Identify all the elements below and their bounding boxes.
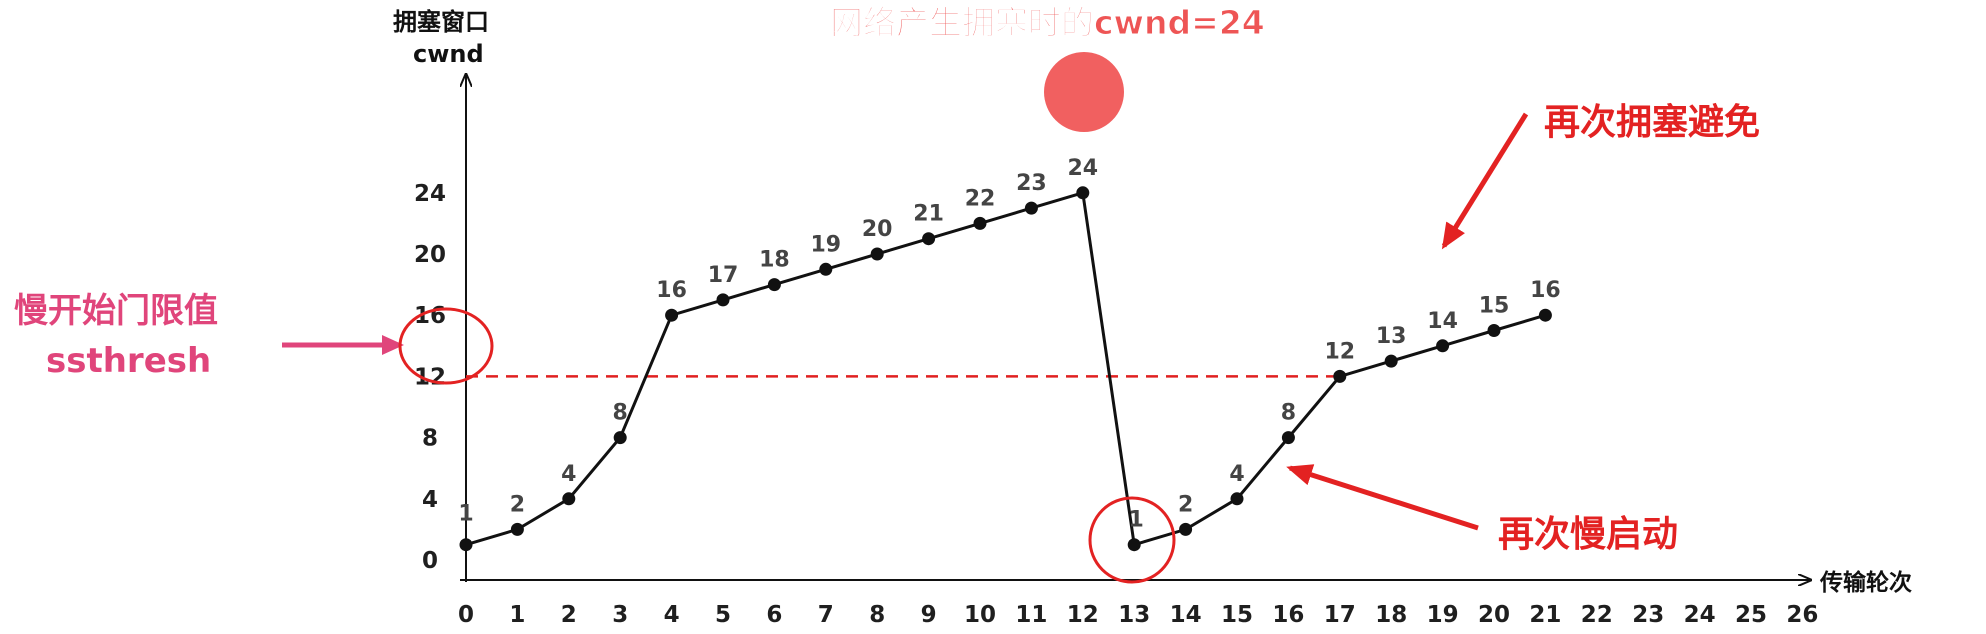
data-point bbox=[716, 293, 730, 307]
data-label: 8 bbox=[613, 401, 628, 426]
data-label: 1 bbox=[458, 502, 473, 527]
data-point bbox=[1487, 324, 1501, 337]
data-point bbox=[665, 308, 679, 322]
data-label: 24 bbox=[1067, 156, 1098, 181]
x-tick-label: 10 bbox=[964, 602, 996, 628]
data-point bbox=[562, 492, 576, 506]
slow-start-again-arrow bbox=[1286, 464, 1479, 531]
data-point bbox=[1436, 339, 1450, 353]
data-point bbox=[922, 232, 936, 246]
x-axis-title: 传输轮次 bbox=[1819, 569, 1912, 596]
data-point bbox=[767, 278, 781, 292]
y-tick-label: 0 bbox=[422, 548, 438, 574]
data-label: 16 bbox=[1530, 278, 1561, 303]
congestion-avoidance-again-label: 再次拥塞避免 bbox=[1544, 102, 1760, 143]
x-tick-label: 24 bbox=[1684, 602, 1716, 628]
data-point bbox=[819, 262, 833, 276]
data-label: 4 bbox=[561, 462, 576, 487]
data-point bbox=[1281, 431, 1295, 445]
x-tick-label: 23 bbox=[1632, 602, 1664, 628]
x-tick-label: 13 bbox=[1118, 602, 1150, 628]
data-labels: 1 24816171819202122232412481213141516 bbox=[458, 156, 1560, 533]
y-axis-title-line2: cwnd bbox=[413, 40, 484, 68]
data-label: 22 bbox=[965, 186, 996, 211]
ssthresh-label-line1: 慢开始门限值 bbox=[14, 291, 218, 331]
x-tick-label: 17 bbox=[1324, 602, 1356, 628]
x-tick-label: 0 bbox=[458, 602, 474, 628]
x-tick-label: 1 bbox=[509, 602, 525, 628]
x-tick-label: 8 bbox=[869, 602, 885, 628]
cwnd-series-line bbox=[465, 190, 1546, 547]
data-point bbox=[510, 522, 524, 536]
y-tick-label: 8 bbox=[422, 426, 438, 452]
data-point bbox=[613, 431, 627, 445]
x-tick-label: 22 bbox=[1581, 602, 1613, 628]
y-tick-label: 24 bbox=[414, 181, 446, 207]
data-label: 4 bbox=[1229, 462, 1244, 487]
y-tick-label: 20 bbox=[414, 242, 446, 268]
x-tick-label: 5 bbox=[715, 602, 731, 628]
data-point bbox=[1076, 186, 1090, 200]
data-label: 14 bbox=[1427, 309, 1458, 334]
x-tick-label: 25 bbox=[1735, 602, 1767, 628]
data-point bbox=[1127, 538, 1141, 552]
data-point bbox=[1024, 201, 1038, 215]
data-label: 8 bbox=[1281, 401, 1296, 426]
cwnd-line-chart: 04812162024 0 1 2 3 4 5 6 7 8 9 10 11 12 13 14 15 16 17 18… bbox=[14, 3, 1912, 629]
data-points bbox=[459, 186, 1552, 552]
x-tick-label: 15 bbox=[1221, 602, 1253, 628]
data-label: 16 bbox=[656, 278, 687, 303]
data-label: 15 bbox=[1479, 294, 1510, 319]
data-point bbox=[1179, 522, 1193, 536]
x-tick-label: 21 bbox=[1529, 602, 1561, 628]
x-tick-label: 3 bbox=[612, 602, 628, 628]
x-tick-label: 11 bbox=[1015, 602, 1047, 628]
ssthresh-label-line2: ssthresh bbox=[46, 341, 211, 381]
data-point bbox=[1230, 492, 1244, 506]
data-label: 13 bbox=[1376, 324, 1407, 349]
data-label: 18 bbox=[759, 248, 790, 273]
data-point bbox=[459, 538, 473, 552]
slow-start-again-label: 再次慢启动 bbox=[1498, 514, 1678, 555]
data-label: 12 bbox=[1324, 339, 1355, 364]
congestion-avoidance-again-arrow bbox=[1441, 112, 1529, 250]
data-label: 23 bbox=[1016, 171, 1047, 196]
data-label: 19 bbox=[810, 232, 841, 257]
data-label: 1 bbox=[1129, 508, 1144, 533]
data-point bbox=[870, 247, 884, 261]
data-label: 21 bbox=[913, 202, 944, 227]
y-axis-title-line1: 拥塞窗口 bbox=[393, 8, 489, 36]
x-tick-label: 2 bbox=[561, 602, 577, 628]
x-tick-label: 7 bbox=[818, 602, 834, 628]
x-tick-label: 9 bbox=[921, 602, 937, 628]
x-tick-label: 4 bbox=[664, 602, 680, 628]
data-label: 2 bbox=[510, 492, 525, 517]
chart-title: 网络产生拥塞时的cwnd=24 bbox=[830, 3, 1265, 42]
x-tick-label: 16 bbox=[1272, 602, 1304, 628]
x-tick-label: 26 bbox=[1786, 602, 1818, 628]
data-label: 17 bbox=[708, 263, 739, 288]
x-tick-label: 6 bbox=[766, 602, 782, 628]
data-point bbox=[1384, 354, 1398, 368]
x-tick-label: 14 bbox=[1170, 602, 1202, 628]
data-point bbox=[1538, 308, 1552, 322]
data-label: 20 bbox=[862, 217, 893, 242]
x-tick-label: 19 bbox=[1427, 602, 1459, 628]
data-label: 2 bbox=[1178, 492, 1193, 517]
data-point bbox=[973, 216, 987, 230]
x-tick-label: 18 bbox=[1375, 602, 1407, 628]
x-tick-label: 20 bbox=[1478, 602, 1510, 628]
x-tick-labels: 0 1 2 3 4 5 6 7 8 9 10 11 12 13 14 15 16 17 18 19 20 21 22 23 24… bbox=[458, 602, 1818, 628]
x-tick-label: 12 bbox=[1067, 602, 1099, 628]
data-point bbox=[1333, 369, 1347, 383]
y-tick-label: 4 bbox=[422, 487, 438, 513]
congestion-highlight-circle bbox=[1044, 52, 1124, 132]
